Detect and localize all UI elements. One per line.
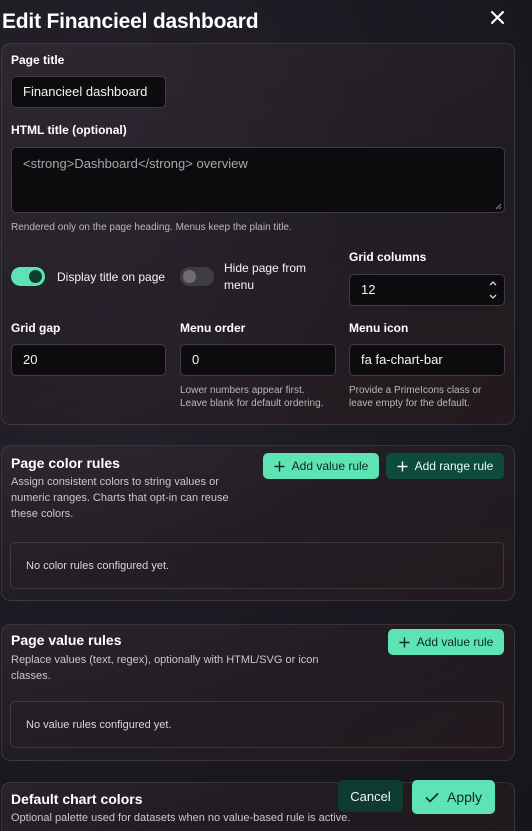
color-rules-empty-state: No color rules configured yet. (10, 542, 504, 589)
value-rules-description: Replace values (text, regex), optionally… (11, 652, 319, 684)
color-rules-desc-line1: Assign consistent colors to string value… (11, 476, 219, 488)
chevron-down-icon[interactable] (488, 292, 498, 301)
grid-columns-spinner (488, 279, 498, 301)
menu-icon-hint-line1: Provide a PrimeIcons class or (349, 385, 482, 396)
grid-columns-value: 12 (361, 282, 376, 297)
menu-order-hint-line2: Leave blank for default ordering. (180, 398, 324, 409)
menu-icon-input[interactable]: fa fa-chart-bar (349, 344, 505, 376)
color-rules-title: Page color rules (11, 455, 120, 471)
apply-button[interactable]: Apply (412, 780, 495, 814)
display-title-label: Display title on page (57, 270, 166, 284)
html-title-hint: Rendered only on the page heading. Menus… (11, 222, 292, 233)
add-color-value-rule-label: Add value rule (291, 459, 369, 473)
resize-grip-icon[interactable] (495, 203, 502, 210)
general-settings-card: Page title Financieel dashboard HTML tit… (1, 43, 515, 425)
hide-page-label-line2: menu (224, 278, 255, 292)
toggle-knob (183, 270, 196, 283)
plus-icon (397, 461, 408, 471)
menu-order-label: Menu order (180, 321, 246, 335)
html-title-label: HTML title (optional) (11, 123, 127, 137)
page-title-label: Page title (11, 53, 65, 67)
close-button[interactable] (486, 6, 508, 28)
grid-gap-label: Grid gap (11, 321, 61, 335)
apply-button-label: Apply (446, 789, 483, 805)
menu-icon-hint: Provide a PrimeIcons class or leave empt… (349, 384, 481, 410)
page-color-rules-card: Page color rules Assign consistent color… (1, 445, 515, 601)
grid-gap-input[interactable]: 20 (11, 344, 166, 376)
plus-icon (399, 637, 410, 647)
menu-order-input[interactable]: 0 (180, 344, 336, 376)
toggle-knob (29, 270, 42, 283)
grid-columns-input[interactable]: 12 (349, 274, 505, 306)
chevron-up-icon[interactable] (488, 279, 498, 288)
color-rules-desc-line3: these colors. (11, 508, 74, 520)
hide-page-label: Hide page from menu (224, 260, 306, 294)
page-title-input[interactable]: Financieel dashboard (11, 76, 166, 108)
edit-page-dialog: Edit Financieel dashboard Page title Fin… (0, 0, 532, 831)
chart-colors-description: Optional palette used for datasets when … (11, 812, 351, 824)
hide-page-label-line1: Hide page from (224, 261, 307, 275)
add-range-rule-button[interactable]: Add range rule (386, 453, 504, 479)
color-rules-description: Assign consistent colors to string value… (11, 474, 229, 522)
menu-order-hint-line1: Lower numbers appear first. (180, 385, 305, 396)
value-rules-desc-line2: classes. (11, 670, 51, 682)
cancel-button[interactable]: Cancel (338, 780, 403, 812)
page-value-rules-card: Page value rules Replace values (text, r… (1, 624, 515, 761)
menu-order-hint: Lower numbers appear first. Leave blank … (180, 384, 323, 410)
hide-page-toggle[interactable] (180, 267, 214, 286)
dialog-title: Edit Financieel dashboard (2, 10, 259, 33)
grid-columns-label: Grid columns (349, 250, 427, 264)
add-range-rule-label: Add range rule (414, 459, 494, 473)
chart-colors-title: Default chart colors (11, 791, 143, 807)
add-value-rule-label: Add value rule (416, 635, 494, 649)
plus-icon (274, 461, 285, 471)
html-title-value: <strong>Dashboard</strong> overview (23, 156, 248, 171)
check-icon (425, 792, 439, 803)
value-rules-desc-line1: Replace values (text, regex), optionally… (11, 654, 319, 666)
menu-icon-label: Menu icon (349, 321, 409, 335)
display-title-toggle[interactable] (11, 267, 45, 286)
add-value-rule-button[interactable]: Add value rule (388, 629, 504, 655)
add-color-value-rule-button[interactable]: Add value rule (263, 453, 379, 479)
value-rules-empty-state: No value rules configured yet. (10, 701, 504, 748)
html-title-textarea[interactable]: <strong>Dashboard</strong> overview (11, 147, 505, 213)
menu-icon-hint-line2: leave empty for the default. (349, 398, 470, 409)
close-icon (490, 10, 504, 24)
value-rules-title: Page value rules (11, 632, 122, 648)
color-rules-desc-line2: numeric ranges. Charts that opt-in can r… (11, 492, 229, 504)
